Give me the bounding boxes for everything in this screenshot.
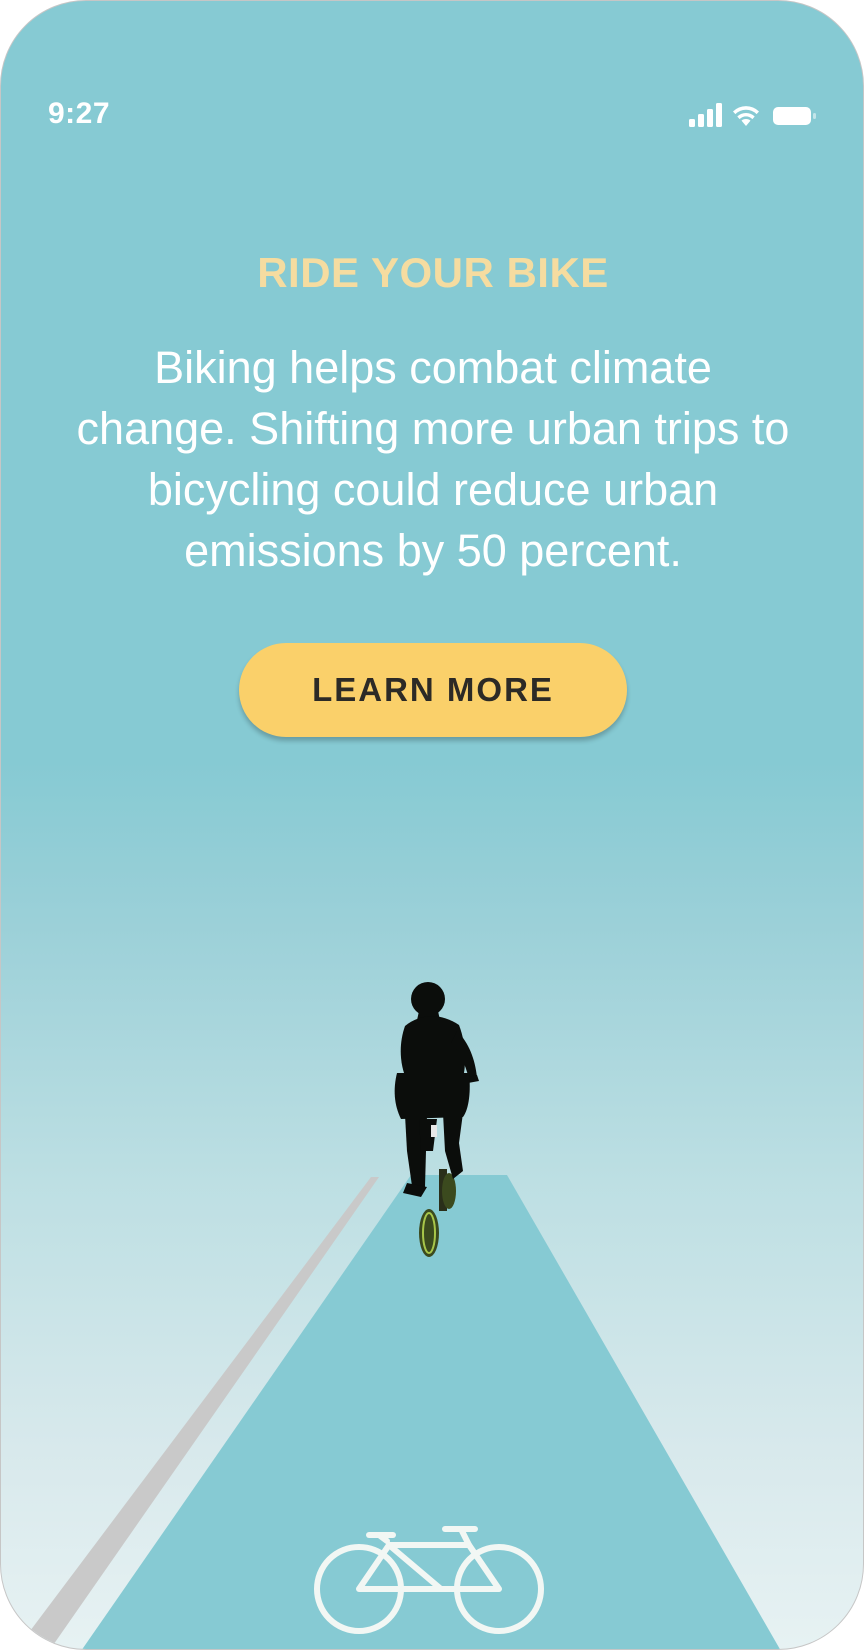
phone-frame: 9:27 RIDE YOUR BIKE Biking helps combat … (0, 0, 864, 1650)
bike-lane-illustration (16, 982, 780, 1649)
